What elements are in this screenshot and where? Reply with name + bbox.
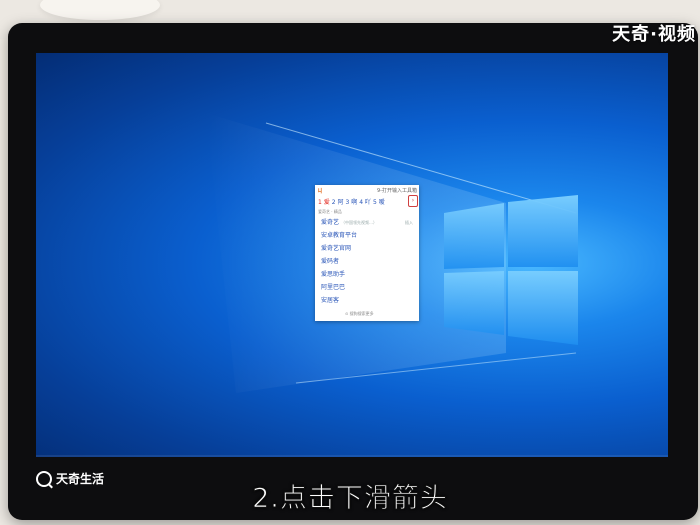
list-item[interactable]: 爱码者 <box>321 255 415 268</box>
subtitle-caption: 2.点击下滑箭头 <box>252 483 448 515</box>
insert-link[interactable]: 插入 <box>405 216 413 229</box>
expand-arrow-button[interactable]: › <box>408 195 418 207</box>
ime-candidate-row: 1 爱 2 阿 3 啊 4 吖 5 嗳 <box>318 197 416 206</box>
ime-suggestion-list: 爱奇艺 （中国领先视频…） 插入 安卓教育平台 爱奇艺官网 爱码者 爱思助手 阿里巴… <box>321 216 415 307</box>
ime-candidate[interactable]: 3 啊 <box>345 197 357 206</box>
screen-bottom-edge <box>36 455 668 457</box>
ime-hint: 爱奇艺 · 精品 <box>318 209 342 214</box>
ime-candidate[interactable]: 5 嗳 <box>373 197 385 206</box>
ime-candidate[interactable]: 4 吖 <box>359 197 371 206</box>
ime-toolbox-label[interactable]: 9-打开输入工具箱 <box>377 187 417 194</box>
desktop-screen: ㄐ 9-打开输入工具箱 1 爱 2 阿 3 啊 4 吖 5 嗳 › 爱奇艺 · … <box>36 53 668 457</box>
ime-candidate[interactable]: 1 爱 <box>318 197 330 206</box>
list-item[interactable]: 安卓教育平台 <box>321 229 415 242</box>
ime-header: ㄐ 9-打开输入工具箱 <box>317 186 417 195</box>
ime-candidate-window: ㄐ 9-打开输入工具箱 1 爱 2 阿 3 啊 4 吖 5 嗳 › 爱奇艺 · … <box>315 185 419 321</box>
windows-logo-icon <box>444 195 578 345</box>
list-item[interactable]: 爱奇艺 （中国领先视频…） 插入 <box>321 216 415 229</box>
list-item[interactable]: 安居客 <box>321 294 415 307</box>
list-item[interactable]: 爱思助手 <box>321 268 415 281</box>
ime-footer-search[interactable]: ⊙ 搜狗搜索更多 <box>345 311 374 317</box>
background-cup <box>40 0 160 20</box>
ime-candidate[interactable]: 2 阿 <box>332 197 344 206</box>
list-item[interactable]: 爱奇艺官网 <box>321 242 415 255</box>
watermark-top: 天奇·视频 <box>612 24 696 45</box>
ime-logo-icon: ㄐ <box>317 187 324 195</box>
list-item[interactable]: 阿里巴巴 <box>321 281 415 294</box>
